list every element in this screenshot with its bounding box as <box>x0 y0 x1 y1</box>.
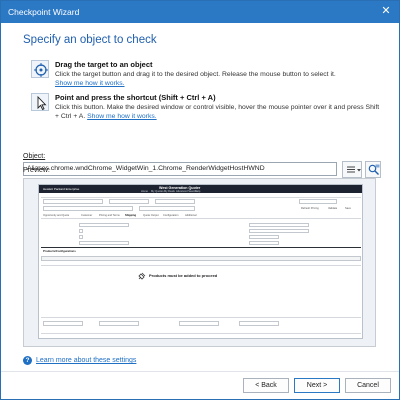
preview-tab: Customer <box>81 214 93 217</box>
preview-tab: Pricing and Terms <box>99 214 120 217</box>
preview-field <box>249 223 309 227</box>
preview-tab-line <box>41 218 361 219</box>
window-title: Checkpoint Wizard <box>8 7 80 17</box>
preview-footer-line <box>41 317 361 318</box>
preview-footer-line <box>41 333 361 334</box>
next-button[interactable]: Next > <box>294 378 340 393</box>
preview-nav-help: Help <box>195 190 201 193</box>
learn-more-link[interactable]: Learn more about these settings <box>36 357 136 364</box>
preview-save: Save <box>345 207 351 210</box>
preview-section-title: Products/Configurations <box>43 249 76 253</box>
preview-tab: Additional <box>185 214 197 217</box>
preview-field <box>239 321 279 326</box>
preview-validate: Validate <box>328 207 338 210</box>
object-field[interactable]: Aliases.chrome.wndChrome_WidgetWin_1.Chr… <box>23 162 337 176</box>
preview-field <box>299 199 337 204</box>
option-description: Click the target button and drag it to t… <box>55 70 380 88</box>
preview-field <box>79 229 83 233</box>
option-point-shortcut: Point and press the shortcut (Shift + Ct… <box>23 93 383 145</box>
preview-field <box>79 235 83 239</box>
preview-panel: Hewlett Packard Enterprise West Generati… <box>23 178 376 347</box>
object-browser-button[interactable] <box>365 161 381 178</box>
preview-nav-home: Home <box>141 190 148 193</box>
preview-table-header <box>41 256 361 261</box>
preview-field <box>179 321 219 326</box>
preview-field <box>43 206 133 211</box>
footer-separator <box>1 371 399 372</box>
preview-label: Preview: <box>23 167 50 174</box>
preview-refresh-pricing: Refresh Pricing <box>301 207 319 210</box>
option-title: Drag the target to an object <box>55 60 153 69</box>
preview-tab: Quote Output <box>143 214 159 217</box>
preview-app-header: Hewlett Packard Enterprise West Generati… <box>39 185 362 193</box>
preview-brand: Hewlett Packard Enterprise <box>43 187 80 191</box>
preview-nav-my-deals: My Deals <box>164 190 175 193</box>
question-icon: ? <box>23 356 32 365</box>
checkpoint-wizard-window: Checkpoint Wizard ✕ Specify an object to… <box>0 0 400 400</box>
preview-table-line <box>41 265 361 266</box>
option-description-text: Click the target button and drag it to t… <box>55 71 336 78</box>
title-bar: Checkpoint Wizard ✕ <box>1 1 399 23</box>
preview-section-rule <box>41 247 361 248</box>
preview-field <box>43 321 83 326</box>
preview-tab-active: Shipping <box>125 214 137 217</box>
preview-field <box>99 321 139 326</box>
pointer-cursor-icon[interactable] <box>31 93 49 111</box>
preview-nav-advanced-search: Advanced Search <box>176 190 197 193</box>
object-label: Object: <box>23 153 46 160</box>
preview-divider <box>41 197 361 198</box>
preview-nav-my-quotes: My Quotes <box>151 190 164 193</box>
object-menu-button[interactable] <box>342 161 362 178</box>
list-dropdown-icon <box>347 166 361 173</box>
close-icon[interactable]: ✕ <box>379 4 393 18</box>
preview-field <box>249 241 279 245</box>
preview-empty-message: Products must be added to proceed <box>149 273 218 278</box>
back-button[interactable]: < Back <box>243 378 289 393</box>
preview-field <box>139 206 195 211</box>
object-browser-icon <box>368 164 380 175</box>
page-heading: Specify an object to check <box>23 34 157 46</box>
preview-plug-icon <box>137 271 147 281</box>
preview-field <box>155 199 195 204</box>
preview-field <box>43 199 103 204</box>
preview-tab: Opportunity and Quote <box>43 214 70 217</box>
show-how-link[interactable]: Show me how it works. <box>55 80 125 87</box>
show-how-link[interactable]: Show me how it works. <box>87 113 157 120</box>
preview-tab: Configuration <box>163 214 179 217</box>
preview-field <box>79 241 129 245</box>
cancel-button[interactable]: Cancel <box>345 378 391 393</box>
target-icon[interactable] <box>31 60 49 78</box>
preview-screenshot: Hewlett Packard Enterprise West Generati… <box>38 184 363 339</box>
preview-field <box>249 235 279 239</box>
option-title: Point and press the shortcut (Shift + Ct… <box>55 93 216 102</box>
preview-field <box>109 199 149 204</box>
preview-field <box>249 229 309 233</box>
option-description: Click this button. Make the desired wind… <box>55 103 380 121</box>
preview-field <box>79 223 129 227</box>
